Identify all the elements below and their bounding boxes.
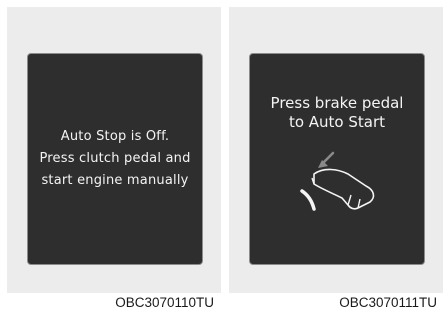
auto-stop-off-message: Auto Stop is Off. Press clutch pedal and… (28, 126, 202, 192)
cluster-display-right: Press brake pedal to Auto Start (249, 53, 425, 265)
down-arrow-icon (318, 151, 335, 168)
shoe-icon (313, 168, 375, 210)
left-panel: Auto Stop is Off. Press clutch pedal and… (7, 7, 221, 293)
foot-on-brake-pedal-icon (300, 151, 375, 211)
right-panel: Press brake pedal to Auto Start (229, 7, 443, 293)
message-line: to Auto Start (288, 113, 386, 131)
message-line: start engine manually (41, 173, 189, 188)
cluster-display-left: Auto Stop is Off. Press clutch pedal and… (27, 53, 203, 265)
message-line: Press brake pedal (270, 94, 404, 112)
auto-start-message: Press brake pedal to Auto Start (250, 94, 424, 132)
message-line: Press clutch pedal and (39, 151, 191, 166)
message-line: Auto Stop is Off. (60, 129, 170, 144)
figure-caption-left: OBC3070110TU (115, 295, 214, 310)
pedal-arc-icon (300, 189, 316, 211)
figure-caption-right: OBC3070111TU (339, 295, 437, 310)
